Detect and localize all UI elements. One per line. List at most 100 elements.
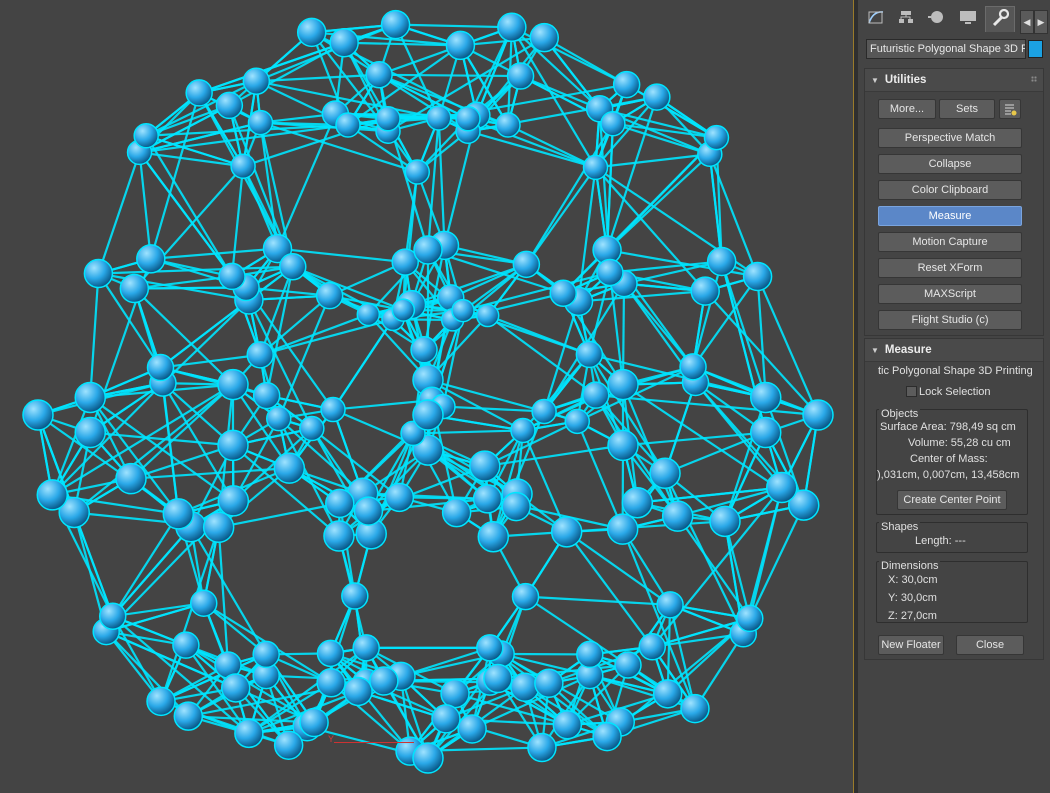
- utility-button-color-clipboard[interactable]: Color Clipboard: [878, 180, 1022, 200]
- mesh-edge: [379, 73, 521, 78]
- mesh-node: [217, 485, 250, 517]
- close-button[interactable]: Close: [956, 635, 1024, 655]
- utility-button-motion-capture[interactable]: Motion Capture: [878, 232, 1022, 252]
- mesh-node: [329, 27, 359, 58]
- mesh-node: [495, 112, 521, 138]
- mesh-node: [279, 252, 307, 281]
- mesh-node: [410, 336, 438, 364]
- utility-button-measure[interactable]: Measure: [878, 206, 1022, 226]
- surface-area-readout: Surface Area: 798,49 sq cm: [880, 421, 1016, 433]
- mesh-node: [242, 67, 271, 95]
- mesh-node: [506, 62, 535, 90]
- mesh-edge: [89, 273, 100, 398]
- more-button[interactable]: More...: [878, 99, 936, 119]
- mesh-node: [215, 91, 244, 120]
- new-floater-button[interactable]: New Floater: [878, 635, 944, 655]
- mesh-node: [83, 258, 114, 289]
- utilities-rollout-header[interactable]: ▼ Utilities: [865, 69, 1043, 92]
- mesh-node: [146, 353, 175, 382]
- lock-selection-checkbox[interactable]: [906, 386, 917, 397]
- create-center-point-button[interactable]: Create Center Point: [897, 490, 1007, 510]
- mesh-node: [74, 381, 107, 414]
- create-icon: [867, 9, 885, 29]
- mesh-node: [534, 668, 564, 699]
- mesh-node: [412, 742, 444, 774]
- mesh-node: [273, 730, 304, 761]
- mesh-node: [742, 261, 773, 292]
- mesh-node: [766, 471, 798, 504]
- mesh-node: [252, 640, 280, 669]
- mesh-edge: [626, 83, 718, 139]
- dimension-y-readout: Y: 30,0cm: [888, 592, 937, 604]
- mesh-edge: [467, 117, 596, 169]
- utility-button-perspective-match[interactable]: Perspective Match: [878, 128, 1022, 148]
- mesh-node: [661, 500, 694, 532]
- shapes-group: Shapes Length: ---: [876, 521, 1028, 553]
- tab-utilities[interactable]: [985, 6, 1015, 32]
- mesh-node: [511, 582, 540, 611]
- mesh-node: [614, 651, 642, 679]
- mesh-node: [173, 701, 204, 731]
- mesh-node: [802, 399, 834, 431]
- tab-motion[interactable]: [921, 6, 951, 32]
- utility-button-flight-studio-c[interactable]: Flight Studio (c): [878, 310, 1022, 330]
- mesh-edge: [111, 526, 192, 617]
- utility-button-reset-xform[interactable]: Reset XForm: [878, 258, 1022, 278]
- mesh-edge: [394, 24, 440, 119]
- mesh-node: [341, 582, 369, 610]
- tab-hierarchy[interactable]: [891, 6, 921, 32]
- mesh-node: [230, 153, 256, 180]
- mesh-node: [36, 479, 69, 511]
- configure-list-icon: [1003, 104, 1017, 118]
- mesh-node: [472, 484, 503, 514]
- object-color-swatch[interactable]: [1028, 40, 1043, 58]
- tab-display[interactable]: [953, 6, 983, 32]
- mesh-node: [455, 106, 481, 132]
- collapse-triangle-icon: ▼: [871, 76, 879, 85]
- mesh-node: [217, 429, 249, 462]
- mesh-node: [246, 341, 274, 369]
- sets-button[interactable]: Sets: [939, 99, 995, 119]
- mesh-edge: [139, 151, 244, 168]
- mesh-edge: [565, 531, 654, 648]
- perspective-viewport[interactable]: Y: [0, 0, 853, 793]
- dimension-x-readout: X: 30,0cm: [888, 574, 938, 586]
- measure-rollout-header[interactable]: ▼ Measure: [865, 339, 1043, 362]
- lock-selection-label: Lock Selection: [919, 386, 991, 398]
- tab-create[interactable]: [861, 6, 891, 32]
- configure-sets-button[interactable]: [999, 99, 1021, 119]
- mesh-edge: [426, 117, 440, 251]
- measure-rollout: ▼ Measure tic Polygonal Shape 3D Printing…: [864, 338, 1044, 660]
- objects-group: Objects Surface Area: 798,49 sq cm Volum…: [876, 408, 1028, 515]
- mesh-node: [316, 639, 345, 668]
- tabs-scroll-left-button[interactable]: ◀: [1020, 10, 1034, 34]
- mesh-node: [425, 105, 452, 131]
- utility-button-maxscript[interactable]: MAXScript: [878, 284, 1022, 304]
- mesh-node: [441, 497, 472, 528]
- object-name-field[interactable]: Futuristic Polygonal Shape 3D P: [866, 39, 1026, 59]
- mesh-node: [549, 279, 577, 308]
- mesh-node: [510, 417, 536, 444]
- mesh-node: [273, 452, 306, 484]
- mesh-node: [679, 353, 707, 381]
- mesh-node: [582, 381, 610, 409]
- tabs-scroll-right-button[interactable]: ▶: [1034, 10, 1048, 34]
- mesh-node: [476, 634, 504, 662]
- utilities-icon: [991, 8, 1010, 31]
- mesh-node: [369, 666, 399, 696]
- mesh-node: [445, 30, 476, 61]
- mesh-node: [475, 303, 500, 328]
- mesh-edge: [437, 117, 446, 246]
- mesh-node: [162, 498, 195, 530]
- wireframe-mesh-model[interactable]: [0, 0, 853, 793]
- mesh-node: [680, 693, 710, 724]
- hierarchy-icon: [898, 9, 914, 29]
- mesh-edge: [111, 513, 180, 617]
- mesh-node: [325, 488, 355, 519]
- mesh-node: [440, 678, 470, 709]
- mesh-node: [115, 462, 147, 495]
- measured-object-name: tic Polygonal Shape 3D Printing: [878, 365, 1033, 377]
- mesh-node: [202, 511, 235, 544]
- utility-button-collapse[interactable]: Collapse: [878, 154, 1022, 174]
- mesh-edge: [230, 166, 245, 277]
